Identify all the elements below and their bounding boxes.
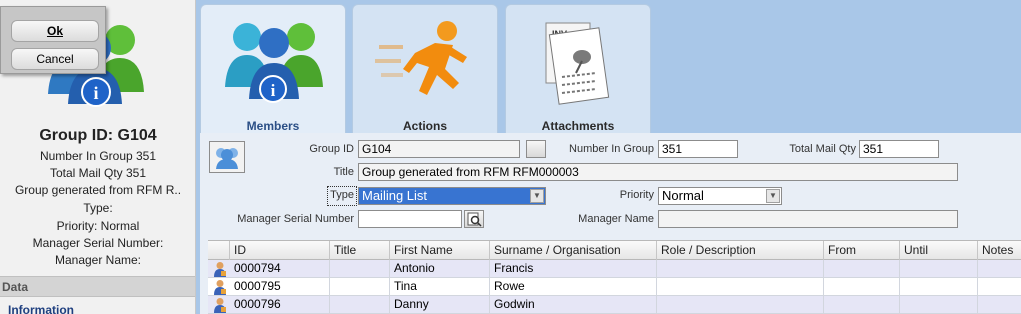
cell-title — [330, 296, 390, 313]
action-popup: Ok Cancel — [0, 6, 106, 74]
tab-attachments[interactable]: INV Attachments — [505, 4, 651, 134]
cell-id: 0000794 — [230, 260, 330, 277]
tab-actions[interactable]: Actions — [352, 4, 498, 134]
column-header-title[interactable]: Title — [330, 241, 390, 260]
manager-serial-label: Manager Serial Number — [237, 213, 354, 225]
manager-name-field[interactable] — [658, 210, 958, 228]
column-header-notes[interactable]: Notes — [978, 241, 1021, 260]
title-field[interactable]: Group generated from RFM RFM000003 — [358, 163, 958, 181]
info-type: Type: — [83, 201, 113, 215]
cell-from — [824, 260, 900, 277]
cell-title — [330, 278, 390, 295]
cell-until — [900, 296, 978, 313]
column-header-until[interactable]: Until — [900, 241, 978, 260]
magnifier-page-icon — [467, 212, 482, 227]
type-select-value: Mailing List — [362, 188, 428, 203]
group-title: Group ID: G104 — [39, 127, 157, 144]
documents-pin-icon: INV — [545, 22, 610, 105]
column-header-first-name[interactable]: First Name — [390, 241, 490, 260]
column-header-id[interactable]: ID — [230, 241, 330, 260]
cell-until — [900, 278, 978, 295]
column-header-from[interactable]: From — [824, 241, 900, 260]
info-number-in-group: Number In Group 351 — [39, 149, 157, 163]
cell-role — [657, 278, 824, 295]
cell-role — [657, 260, 824, 277]
cell-role — [657, 296, 824, 313]
tab-attachments-label: Attachments — [541, 119, 615, 133]
cell-from — [824, 278, 900, 295]
priority-select-value: Normal — [662, 188, 704, 203]
total-mail-qty-label: Total Mail Qty — [789, 143, 856, 155]
cell-notes — [978, 260, 1021, 277]
cell-surname: Francis — [490, 260, 657, 277]
column-header-surname[interactable]: Surname / Organisation — [490, 241, 657, 260]
cell-title — [330, 260, 390, 277]
info-manager-serial: Manager Serial Number: — [32, 236, 164, 250]
person-icon — [214, 262, 226, 277]
group-id-label: Group ID — [309, 143, 354, 155]
tab-members-label: Members — [246, 119, 300, 133]
info-priority: Priority: Normal — [56, 219, 140, 233]
cell-surname: Rowe — [490, 278, 657, 295]
cell-until — [900, 260, 978, 277]
grid-icon-column-header — [208, 241, 230, 260]
total-mail-qty-field[interactable]: 351 — [859, 140, 939, 158]
cell-id: 0000795 — [230, 278, 330, 295]
info-total-mail-qty: Total Mail Qty 351 — [49, 166, 147, 180]
grid-header: ID Title First Name Surname / Organisati… — [208, 240, 1021, 260]
cell-surname: Godwin — [490, 296, 657, 313]
members-icon: i — [225, 23, 323, 103]
ok-button[interactable]: Ok — [11, 20, 99, 42]
cell-first-name: Danny — [390, 296, 490, 313]
cell-notes — [978, 278, 1021, 295]
priority-label: Priority — [619, 189, 654, 201]
person-icon — [214, 298, 226, 313]
running-man-icon — [375, 21, 467, 95]
column-header-role[interactable]: Role / Description — [657, 241, 824, 260]
table-row[interactable]: 0000796 Danny Godwin — [208, 296, 1021, 314]
number-in-group-label: Number In Group — [569, 143, 654, 155]
cell-first-name: Antonio — [390, 260, 490, 277]
manager-lookup-button[interactable] — [464, 210, 484, 228]
chevron-down-icon[interactable]: ▼ — [530, 189, 544, 203]
svg-text:i: i — [93, 83, 98, 103]
type-label: Type — [330, 189, 354, 201]
info-group-generated: Group generated from RFM R.. — [14, 183, 182, 197]
tab-actions-label: Actions — [402, 119, 447, 133]
information-link[interactable]: Information — [8, 303, 74, 314]
table-row[interactable]: 0000794 Antonio Francis — [208, 260, 1021, 278]
cell-notes — [978, 296, 1021, 313]
group-id-field[interactable]: G104 — [358, 140, 520, 158]
tab-members[interactable]: i Members — [200, 4, 346, 134]
group-members-small-icon[interactable] — [209, 141, 245, 173]
svg-text:i: i — [271, 81, 276, 100]
group-id-lookup-button[interactable] — [526, 140, 546, 158]
manager-serial-field[interactable] — [358, 210, 462, 228]
person-icon — [214, 280, 226, 295]
title-label: Title — [333, 166, 354, 178]
info-manager-name: Manager Name: — [54, 253, 142, 267]
type-select[interactable]: Mailing List ▼ — [358, 187, 546, 205]
cell-first-name: Tina — [390, 278, 490, 295]
cell-id: 0000796 — [230, 296, 330, 313]
number-in-group-field[interactable]: 351 — [658, 140, 738, 158]
table-row[interactable]: 0000795 Tina Rowe — [208, 278, 1021, 296]
data-section-header[interactable]: Data — [0, 276, 195, 297]
cancel-button[interactable]: Cancel — [11, 48, 99, 70]
manager-name-label: Manager Name — [578, 213, 654, 225]
cell-from — [824, 296, 900, 313]
chevron-down-icon[interactable]: ▼ — [766, 189, 780, 203]
priority-select[interactable]: Normal ▼ — [658, 187, 782, 205]
